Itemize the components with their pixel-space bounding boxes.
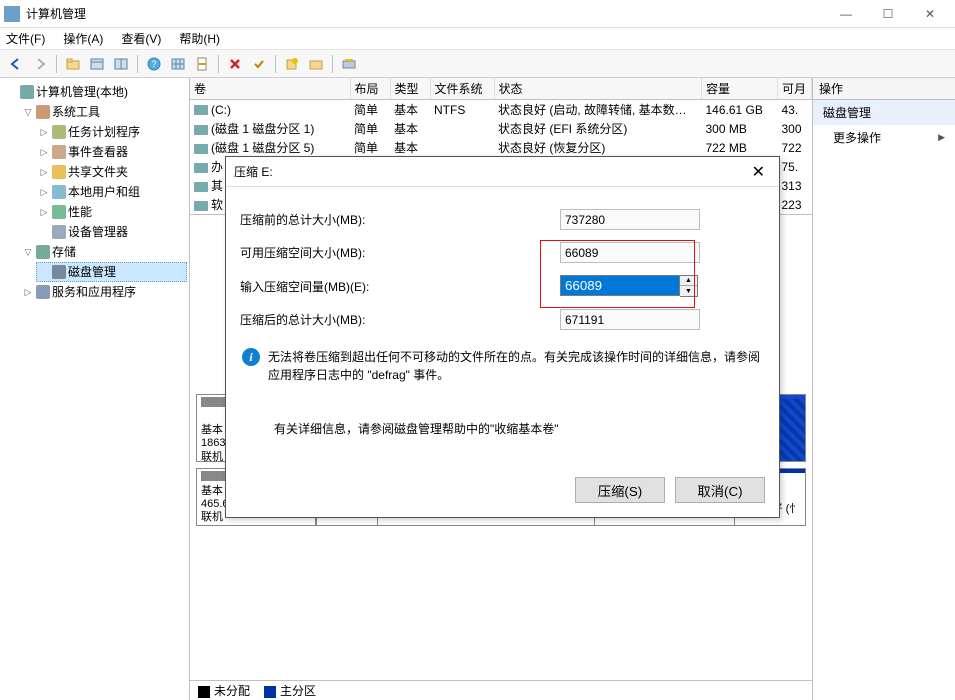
info-text: 无法将卷压缩到超出任何不可移动的文件所在的点。有关完成该操作时间的详细信息，请参… [268, 348, 763, 384]
tool-doc-icon[interactable] [192, 54, 212, 74]
spinner-down-icon[interactable]: ▼ [680, 286, 697, 296]
actions-section: 磁盘管理 [813, 100, 955, 125]
tool-new-icon[interactable] [282, 54, 302, 74]
tree-root[interactable]: 计算机管理(本地) [4, 82, 187, 102]
tool-open-icon[interactable] [63, 54, 83, 74]
menu-view[interactable]: 查看(V) [119, 28, 163, 49]
tree-device-manager[interactable]: 设备管理器 [36, 222, 187, 242]
legend: 未分配 主分区 [190, 680, 812, 700]
shrink-amount-label: 输入压缩空间量(MB)(E): [240, 278, 560, 295]
tool-properties-icon[interactable] [87, 54, 107, 74]
spinner-arrows[interactable]: ▲▼ [680, 275, 698, 297]
maximize-button[interactable]: ☐ [867, 0, 909, 28]
tool-rescan-icon[interactable] [339, 54, 359, 74]
dialog-close-button[interactable]: ✕ [746, 160, 771, 184]
col-available[interactable]: 可月 [778, 78, 812, 100]
cancel-button[interactable]: 取消(C) [675, 477, 765, 503]
close-button[interactable]: ✕ [909, 0, 951, 28]
before-size-label: 压缩前的总计大小(MB): [240, 211, 560, 228]
svg-text:?: ? [151, 59, 156, 69]
menu-file[interactable]: 文件(F) [4, 28, 47, 49]
tree-local-users[interactable]: ▷本地用户和组 [36, 182, 187, 202]
tree-disk-management[interactable]: 磁盘管理 [36, 262, 187, 282]
tree-task-scheduler[interactable]: ▷任务计划程序 [36, 122, 187, 142]
tool-check-icon[interactable] [249, 54, 269, 74]
tool-delete-icon[interactable] [225, 54, 245, 74]
col-status[interactable]: 状态 [494, 78, 702, 100]
tree-shared-folders[interactable]: ▷共享文件夹 [36, 162, 187, 182]
window-buttons: — ☐ ✕ [825, 0, 951, 28]
spinner-up-icon[interactable]: ▲ [680, 276, 697, 286]
tree-performance[interactable]: ▷性能 [36, 202, 187, 222]
tool-folder-icon[interactable] [306, 54, 326, 74]
shrink-dialog: 压缩 E: ✕ 压缩前的总计大小(MB): 737280 可用压缩空间大小(MB… [225, 156, 780, 518]
col-filesystem[interactable]: 文件系统 [430, 78, 494, 100]
toolbar: ? [0, 50, 955, 78]
tree-storage[interactable]: ▽存储 [20, 242, 187, 262]
nav-tree[interactable]: 计算机管理(本地) ▽系统工具 ▷任务计划程序 ▷事件查看器 ▷共享文件夹 ▷本… [0, 78, 190, 700]
actions-header: 操作 [813, 78, 955, 100]
tree-event-viewer[interactable]: ▷事件查看器 [36, 142, 187, 162]
available-shrink-label: 可用压缩空间大小(MB): [240, 244, 560, 261]
tool-help-icon[interactable]: ? [144, 54, 164, 74]
dialog-title: 压缩 E: [234, 163, 746, 180]
window-title: 计算机管理 [26, 5, 825, 22]
after-size-value: 671191 [560, 309, 700, 330]
tool-list-icon[interactable] [111, 54, 131, 74]
menu-action[interactable]: 操作(A) [61, 28, 105, 49]
forward-button[interactable] [30, 54, 50, 74]
minimize-button[interactable]: — [825, 0, 867, 28]
tool-grid-icon[interactable] [168, 54, 188, 74]
table-row[interactable]: (磁盘 1 磁盘分区 5)简单基本状态良好 (恢复分区)722 MB722 [190, 138, 812, 157]
more-actions[interactable]: 更多操作▶ [813, 125, 955, 150]
col-layout[interactable]: 布局 [350, 78, 390, 100]
shrink-button[interactable]: 压缩(S) [575, 477, 665, 503]
actions-pane: 操作 磁盘管理 更多操作▶ [813, 78, 955, 700]
info-icon: i [242, 348, 260, 366]
before-size-value: 737280 [560, 209, 700, 230]
tree-services[interactable]: ▷服务和应用程序 [20, 282, 187, 302]
table-row[interactable]: (磁盘 1 磁盘分区 1)简单基本状态良好 (EFI 系统分区)300 MB30… [190, 119, 812, 138]
title-bar: 计算机管理 — ☐ ✕ [0, 0, 955, 28]
tree-system-tools[interactable]: ▽系统工具 [20, 102, 187, 122]
menu-help[interactable]: 帮助(H) [177, 28, 222, 49]
shrink-amount-input[interactable] [560, 275, 680, 296]
col-volume[interactable]: 卷 [190, 78, 350, 100]
after-size-label: 压缩后的总计大小(MB): [240, 311, 560, 328]
menu-bar: 文件(F) 操作(A) 查看(V) 帮助(H) [0, 28, 955, 50]
col-capacity[interactable]: 容量 [702, 78, 778, 100]
back-button[interactable] [6, 54, 26, 74]
app-icon [4, 6, 20, 22]
available-shrink-value: 66089 [560, 242, 700, 263]
more-info-text: 有关详细信息，请参阅磁盘管理帮助中的"收缩基本卷" [240, 390, 765, 453]
col-type[interactable]: 类型 [390, 78, 430, 100]
table-row[interactable]: (C:)简单基本NTFS状态良好 (启动, 故障转储, 基本数据分区)146.6… [190, 100, 812, 120]
